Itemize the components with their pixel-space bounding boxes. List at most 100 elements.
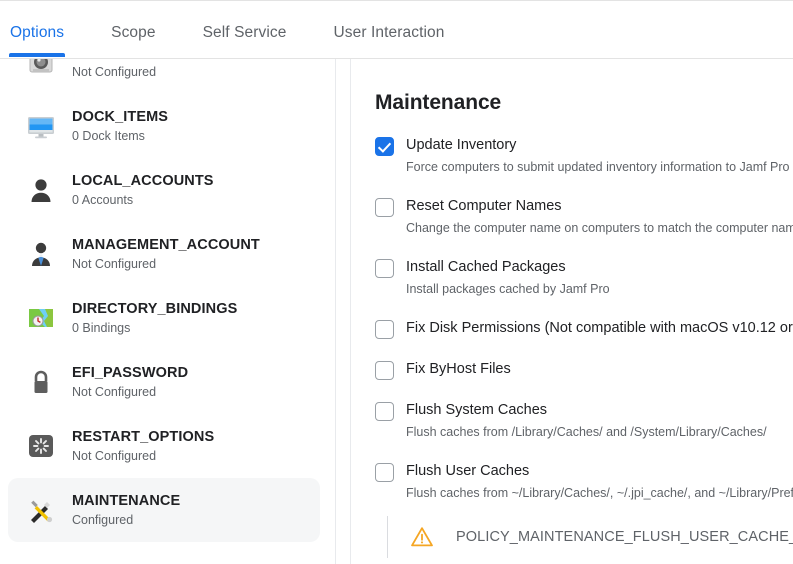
maintenance-options-list: Update Inventory Force computers to submi… [375,136,793,564]
tab-label: Options [10,24,65,41]
payload-list: DISK_ENCRYPTIONNot Configured DOCK_ITEMS 0… [0,59,335,542]
sidebar-item-directory_bindings[interactable]: DIRECTORY_BINDINGS 0 Bindings [8,286,320,350]
sidebar-item-text: DOCK_ITEMS 0 Dock Items [72,108,168,145]
option-description: Flush caches from ~/Library/Caches/, ~/.… [406,486,793,500]
option-row[interactable]: Flush User Caches Flush caches from ~/Lib… [375,462,793,502]
tab-scope[interactable]: Scope [111,24,155,57]
option-description: Flush caches from /Library/Caches/ and /… [406,425,767,439]
restart-icon [25,430,57,462]
option-text: Update Inventory Force computers to submi… [406,136,790,176]
sidebar-item-status: Configured [72,512,134,527]
tools-icon-wrap [25,494,57,526]
checkbox-fix-disk-permissions-not-compatible-with-macos-v10-12-or-later[interactable] [375,320,394,339]
sidebar-item-status: Not Configured [72,64,157,79]
sidebar-item-text: LOCAL_ACCOUNTS 0 Accounts [72,172,214,209]
warning-triangle-icon [410,525,434,549]
disk-encryption-icon [25,59,57,78]
checkbox-reset-computer-names[interactable] [375,198,394,217]
sidebar-item-label: MAINTENANCE [72,492,181,509]
user-tie-icon [25,238,57,270]
user-tie-icon-wrap [25,238,57,270]
user-icon [25,174,57,206]
sidebar-item-label: EFI_PASSWORD [72,364,189,381]
option-label: Flush User Caches [406,463,530,479]
sidebar-item-label: MANAGEMENT_ACCOUNT [72,236,260,253]
map-icon [25,302,57,334]
sidebar-item-text: MANAGEMENT_ACCOUNT Not Configured [72,236,260,273]
tab-list: Options Scope Self Service User Interaction [9,24,492,57]
option-text: Reset Computer Names Change the computer … [406,197,793,237]
sidebar-item-efi_password[interactable]: EFI_PASSWORD Not Configured [8,350,320,414]
sidebar-item-status: 0 Bindings [72,320,131,335]
sidebar-item-text: RESTART_OPTIONS Not Configured [72,428,214,465]
checkbox-fix-byhost-files[interactable] [375,361,394,380]
tab-options[interactable]: Options [9,24,66,57]
option-text: Install Cached Packages Install packages … [406,258,610,298]
sidebar-item-status: Not Configured [72,256,157,271]
sidebar-item-label: LOCAL_ACCOUNTS [72,172,214,189]
option-label: Reset Computer Names [406,198,562,214]
page-title: Maintenance [375,91,502,114]
sidebar-item-local_accounts[interactable]: LOCAL_ACCOUNTS 0 Accounts [8,158,320,222]
payload-detail-panel: Maintenance Update Inventory Force comput… [350,59,793,564]
tab-label: Scope [111,24,156,41]
option-row[interactable]: Fix ByHost Files [375,360,793,380]
map-icon-wrap [25,302,57,334]
option-label: Flush System Caches [406,402,548,418]
option-row[interactable]: Update Inventory Force computers to submi… [375,136,793,176]
option-row[interactable]: Fix Disk Permissions (Not compatible wit… [375,319,793,339]
display-icon-wrap [25,110,57,142]
warning-icon-wrap [410,525,434,549]
sidebar-item-dock_items[interactable]: DOCK_ITEMS 0 Dock Items [8,94,320,158]
checkbox-flush-system-caches[interactable] [375,402,394,421]
active-tab-indicator [9,53,66,57]
tab-self-service[interactable]: Self Service [203,24,287,57]
option-text: Flush System Caches Flush caches from /Li… [406,401,767,441]
option-description: Install packages cached by Jamf Pro [406,282,610,296]
user-icon-wrap [25,174,57,206]
sidebar-item-text: MAINTENANCE Configured [72,492,180,529]
checkbox-flush-user-caches[interactable] [375,463,394,482]
option-description: Force computers to submit updated invent… [406,160,790,174]
sidebar-item-status: 0 Dock Items [72,128,145,143]
sidebar-item-status: Not Configured [72,448,157,463]
disk-encryption-icon-wrap [25,59,57,78]
option-row[interactable]: Install Cached Packages Install packages … [375,258,793,298]
option-label: Update Inventory [406,137,517,153]
option-row[interactable]: Reset Computer Names Change the computer … [375,197,793,237]
option-row[interactable]: Flush System Caches Flush caches from /Li… [375,401,793,441]
option-label: Fix Disk Permissions (Not compatible wit… [406,320,793,336]
sidebar-item-label: RESTART_OPTIONS [72,428,215,445]
tab-label: Self Service [202,24,287,41]
option-text: Fix Disk Permissions (Not compatible wit… [406,319,793,338]
sidebar-item-text: DIRECTORY_BINDINGS 0 Bindings [72,300,237,337]
option-text: Fix ByHost Files [406,360,511,379]
sidebar-item-label: DIRECTORY_BINDINGS [72,300,238,317]
sidebar-item-status: Not Configured [72,384,157,399]
sidebar-item-text: DISK_ENCRYPTIONNot Configured [72,59,211,81]
warning-message: POLICY_MAINTENANCE_FLUSH_USER_CACHE_WARN… [456,529,793,545]
sidebar-item-status: 0 Accounts [72,192,134,207]
checkbox-install-cached-packages[interactable] [375,259,394,278]
payload-sidebar[interactable]: DISK_ENCRYPTIONNot Configured DOCK_ITEMS 0… [0,59,336,564]
sidebar-item-management_account[interactable]: MANAGEMENT_ACCOUNT Not Configured [8,222,320,286]
tab-bar: Options Scope Self Service User Interaction [0,2,793,59]
sidebar-item-maintenance[interactable]: MAINTENANCE Configured [8,478,320,542]
checkbox-update-inventory[interactable] [375,137,394,156]
maintenance-form: Maintenance Update Inventory Force comput… [375,59,793,564]
tab-user-interaction[interactable]: User Interaction [333,24,444,57]
option-text: Flush User Caches Flush caches from ~/Lib… [406,462,793,502]
sidebar-item-disk_encryption[interactable]: DISK_ENCRYPTIONNot Configured [8,59,320,94]
option-label: Fix ByHost Files [406,361,511,377]
lock-icon-wrap [25,366,57,398]
tab-label: User Interaction [333,24,445,41]
jamf-policy-editor: Options Scope Self Service User Interaction… [0,0,793,564]
display-icon [25,110,57,142]
lock-icon [25,366,57,398]
restart-icon-wrap [25,430,57,462]
tools-icon [25,494,57,526]
option-label: Install Cached Packages [406,259,566,275]
sidebar-item-label: DOCK_ITEMS [72,108,169,125]
sidebar-item-restart_options[interactable]: RESTART_OPTIONS Not Configured [8,414,320,478]
sidebar-item-text: EFI_PASSWORD Not Configured [72,364,188,401]
